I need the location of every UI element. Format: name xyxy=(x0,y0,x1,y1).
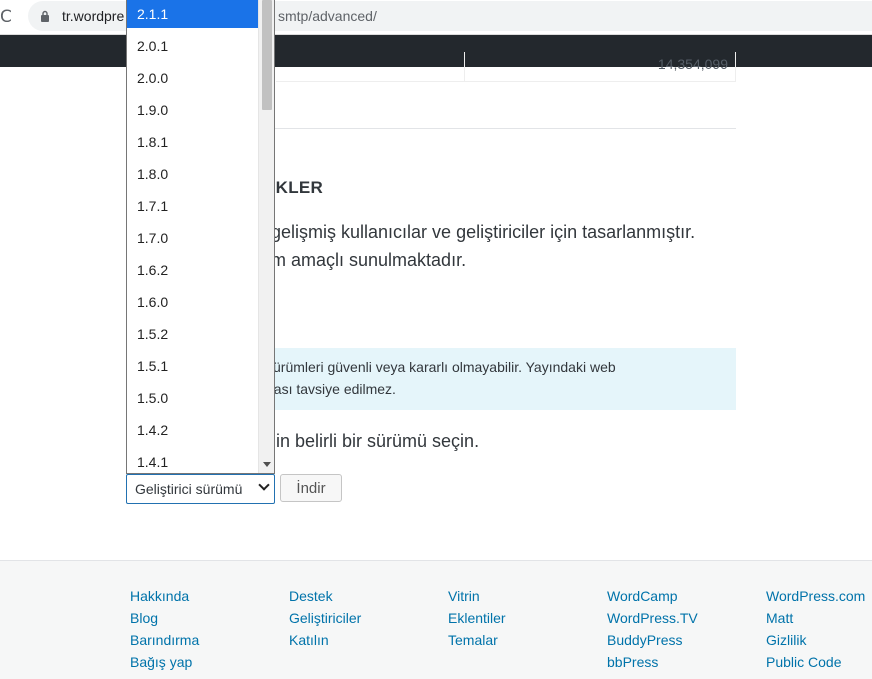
dropdown-option[interactable]: 1.9.0 xyxy=(127,96,258,124)
scrollbar-thumb[interactable] xyxy=(262,0,272,110)
dropdown-option[interactable]: 2.0.1 xyxy=(127,32,258,60)
notice-text-line1: sürümleri güvenli veya kararlı olmayabil… xyxy=(266,359,616,375)
dropdown-option[interactable]: 1.5.0 xyxy=(127,384,258,412)
dropdown-option[interactable]: 1.8.1 xyxy=(127,128,258,156)
dropdown-scrollbar[interactable] xyxy=(258,0,274,473)
scroll-down-arrow-icon[interactable] xyxy=(263,462,271,467)
dropdown-option[interactable]: 1.7.0 xyxy=(127,224,258,252)
version-select-value: Geliştirici sürümü xyxy=(135,481,243,497)
dropdown-option[interactable]: 2.0.0 xyxy=(127,64,258,92)
footer-link[interactable]: Public Code xyxy=(766,651,872,673)
footer-link[interactable]: Temalar xyxy=(448,629,598,651)
footer-link[interactable]: Hakkında xyxy=(130,585,280,607)
dropdown-option[interactable]: 2.1.1 xyxy=(127,0,258,28)
footer-link[interactable]: Eklentiler xyxy=(448,607,598,629)
footer-link[interactable]: Bağış yap xyxy=(130,651,280,673)
section-paragraph-line2: tim amaçlı sunulmaktadır. xyxy=(262,250,467,270)
footer-link[interactable]: Barındırma xyxy=(130,629,280,651)
section-paragraph-line1: i gelişmiş kullanıcılar ve geliştiricile… xyxy=(262,222,695,243)
dropdown-option[interactable]: 1.8.0 xyxy=(127,160,258,188)
footer-link[interactable]: WordCamp xyxy=(607,585,757,607)
footer-column-4: WordCamp WordPress.TV BuddyPress bbPress xyxy=(607,585,757,673)
dropdown-option[interactable]: 1.6.2 xyxy=(127,256,258,284)
stats-table: 14,354,099 xyxy=(276,52,736,82)
table-divider xyxy=(464,52,465,82)
footer-link[interactable]: Matt xyxy=(766,607,872,629)
footer-column-5: WordPress.com Matt Gizlilik Public Code xyxy=(766,585,872,673)
footer-link[interactable]: Gizlilik xyxy=(766,629,872,651)
dropdown-option[interactable]: 1.4.2 xyxy=(127,416,258,444)
dropdown-option[interactable]: 1.6.0 xyxy=(127,288,258,316)
footer-link[interactable]: Blog xyxy=(130,607,280,629)
url-text-path: smtp/advanced/ xyxy=(278,8,377,24)
section-paragraph-text1: gelişmiş kullanıcılar ve geliştiriciler … xyxy=(266,222,696,242)
chevron-down-icon xyxy=(258,479,270,491)
footer-link[interactable]: BuddyPress xyxy=(607,629,757,651)
dropdown-option[interactable]: 1.7.1 xyxy=(127,192,258,220)
footer-link[interactable]: Geliştiriciler xyxy=(289,607,439,629)
reload-icon[interactable]: C xyxy=(0,7,16,27)
table-edge xyxy=(735,52,736,82)
lock-icon xyxy=(41,10,49,22)
footer-column-1: Hakkında Blog Barındırma Bağış yap xyxy=(130,585,280,673)
version-select[interactable]: Geliştirici sürümü xyxy=(126,474,275,504)
dropdown-option[interactable]: 1.5.2 xyxy=(127,320,258,348)
url-text-host: tr.wordpre xyxy=(62,8,125,24)
notice-text-line2: nası tavsiye edilmez. xyxy=(266,381,396,397)
footer-link[interactable]: Destek xyxy=(289,585,439,607)
footer-link[interactable]: bbPress xyxy=(607,651,757,673)
footer-link[interactable]: Vitrin xyxy=(448,585,598,607)
footer-link[interactable]: WordPress.TV xyxy=(607,607,757,629)
footer-link[interactable]: Katılın xyxy=(289,629,439,651)
choose-version-text: in belirli bir sürümü seçin. xyxy=(276,431,480,451)
dropdown-option[interactable]: 1.5.1 xyxy=(127,352,258,380)
footer-column-2: Destek Geliştiriciler Katılın xyxy=(289,585,439,651)
version-dropdown-list[interactable]: 2.1.1 2.0.1 2.0.0 1.9.0 1.8.1 1.8.0 1.7.… xyxy=(126,0,275,474)
site-footer: Hakkında Blog Barındırma Bağış yap Deste… xyxy=(0,560,872,679)
download-button[interactable]: İndir xyxy=(280,474,342,502)
dropdown-option[interactable]: 1.4.1 xyxy=(127,448,258,473)
footer-link[interactable]: WordPress.com xyxy=(766,585,872,607)
stats-value: 14,354,099 xyxy=(657,56,728,72)
footer-column-3: Vitrin Eklentiler Temalar xyxy=(448,585,598,651)
